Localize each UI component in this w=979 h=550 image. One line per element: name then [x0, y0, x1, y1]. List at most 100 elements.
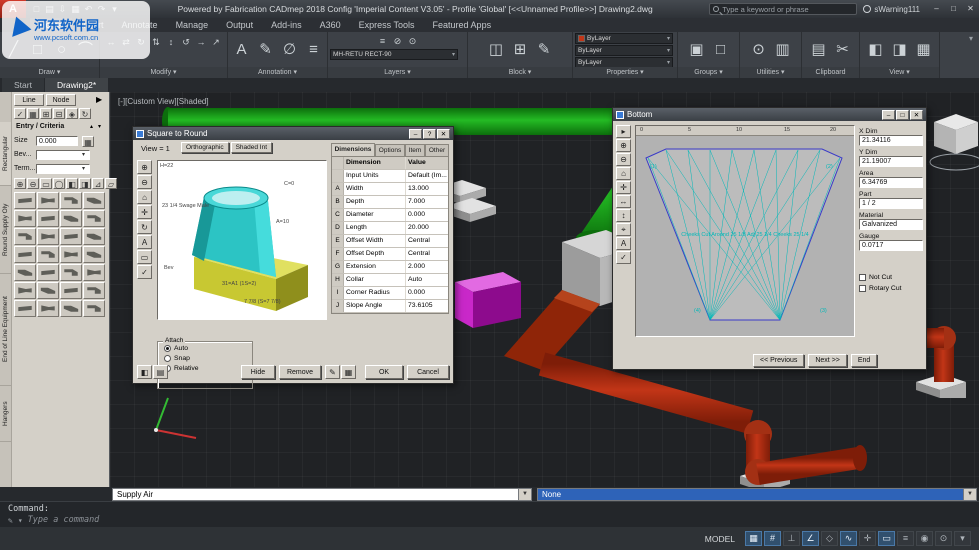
- recent-commands-icon[interactable]: ▾: [18, 516, 23, 525]
- panel-label-draw[interactable]: Draw ▾: [0, 67, 99, 78]
- selection-cycling-toggle[interactable]: ◉: [916, 531, 933, 546]
- rotate-view-icon[interactable]: ↻: [137, 220, 152, 234]
- osnap-toggle[interactable]: ∿: [840, 531, 857, 546]
- fitting-thumb[interactable]: [14, 246, 36, 263]
- viewport-config-icon[interactable]: ◧: [864, 35, 888, 65]
- panel-label-modify[interactable]: Modify ▾: [100, 67, 227, 78]
- flyout-arrow-icon[interactable]: ▶: [96, 95, 102, 104]
- zoom-extents-icon[interactable]: ⌂: [616, 167, 631, 180]
- pattern-field-value[interactable]: 21.34116: [859, 135, 923, 146]
- maximize-button[interactable]: □: [945, 2, 962, 16]
- command-input[interactable]: Type a command: [28, 515, 100, 525]
- trim-icon[interactable]: →: [194, 35, 209, 49]
- text-icon[interactable]: A: [230, 35, 254, 65]
- layer-properties-icon[interactable]: ≡: [375, 34, 390, 48]
- attach-option[interactable]: Relative: [164, 365, 252, 372]
- tree-item-entry-criteria[interactable]: Entry / Criteria: [16, 123, 64, 130]
- qat-menu-icon[interactable]: ▾: [108, 4, 121, 15]
- attach-option[interactable]: Snap: [164, 355, 252, 362]
- help-search-input[interactable]: Type a keyword or phrase: [709, 3, 857, 15]
- tab-dimensions[interactable]: Dimensions: [331, 143, 375, 156]
- size-combo[interactable]: None ▼: [537, 488, 977, 501]
- pattern-checkbox[interactable]: Rotary Cut: [859, 285, 923, 292]
- pattern-field-value[interactable]: Galvanized: [859, 219, 923, 230]
- dropdown-caret-icon[interactable]: ▼: [518, 489, 531, 500]
- round-duct-icon[interactable]: ◯: [53, 178, 65, 189]
- remove-icon[interactable]: ⊖: [27, 178, 39, 189]
- point-icon[interactable]: ⌖: [616, 223, 631, 236]
- tab-item[interactable]: Item: [405, 144, 425, 156]
- stretch-icon[interactable]: ⇅: [149, 35, 164, 49]
- panel-label-groups[interactable]: Groups ▾: [678, 67, 739, 78]
- fitting-thumb[interactable]: [83, 300, 105, 317]
- wedge-icon[interactable]: ⊿: [92, 178, 104, 189]
- fitting-thumb[interactable]: [60, 210, 82, 227]
- diameter-dim-icon[interactable]: ∅: [278, 35, 302, 65]
- label-icon[interactable]: A: [616, 237, 631, 250]
- fitting-thumb[interactable]: [60, 246, 82, 263]
- pattern-checkbox[interactable]: Not Cut: [859, 274, 923, 281]
- previous-button[interactable]: << Previous: [753, 354, 804, 367]
- pan-icon[interactable]: ✛: [137, 205, 152, 219]
- measure-x-icon[interactable]: ↔: [616, 195, 631, 208]
- fitting-thumb[interactable]: [60, 300, 82, 317]
- copy-icon[interactable]: ⇄: [119, 35, 134, 49]
- minimize-button[interactable]: –: [928, 2, 945, 16]
- undo-icon[interactable]: ↶: [82, 4, 95, 15]
- fitting-thumb[interactable]: [83, 210, 105, 227]
- expand-icon[interactable]: ⊞: [40, 108, 52, 119]
- ribbon-tab[interactable]: Express Tools: [350, 18, 424, 32]
- add-icon[interactable]: ⊕: [14, 178, 26, 189]
- named-views-icon[interactable]: ◨: [888, 35, 912, 65]
- palette-vertical-tab[interactable]: Round Supply Oly: [0, 186, 11, 274]
- view-split-icon[interactable]: ◧: [137, 365, 152, 379]
- pattern-field-value[interactable]: 1 / 2: [859, 198, 923, 209]
- fitting-thumb[interactable]: [83, 246, 105, 263]
- ribbon-tab[interactable]: Home: [30, 18, 72, 32]
- pan-icon[interactable]: ✛: [616, 181, 631, 194]
- panel-label-layers[interactable]: Layers ▾: [328, 67, 467, 78]
- service-icon[interactable]: ◈: [66, 108, 78, 119]
- grid-toggle[interactable]: ▦: [745, 531, 762, 546]
- dialog-title-bar[interactable]: Bottom –□✕: [613, 108, 926, 121]
- group-icon[interactable]: ▣: [685, 35, 709, 65]
- ribbon-tab[interactable]: Annotate: [113, 18, 167, 32]
- save-icon[interactable]: ⇩: [56, 4, 69, 15]
- rectangle-icon[interactable]: □: [26, 35, 50, 65]
- dropdown-caret-icon[interactable]: ▼: [963, 489, 976, 500]
- polar-toggle[interactable]: ∠: [802, 531, 819, 546]
- ribbon-tab[interactable]: A360: [311, 18, 350, 32]
- quick-select-icon[interactable]: ▥: [771, 35, 795, 65]
- fitting-thumb[interactable]: [37, 264, 59, 281]
- cancel-button[interactable]: Cancel: [407, 365, 449, 379]
- ribbon-tab[interactable]: Manage: [167, 18, 218, 32]
- ok-button[interactable]: OK: [365, 365, 403, 379]
- fitting-thumb[interactable]: [37, 192, 59, 209]
- fitting-thumb[interactable]: [37, 228, 59, 245]
- help-button[interactable]: ?: [423, 129, 436, 139]
- move-icon[interactable]: ↔: [104, 35, 119, 49]
- arc-icon[interactable]: ⌒: [74, 35, 98, 65]
- command-line[interactable]: Command: ✎ ▾ Type a command: [0, 501, 979, 527]
- edit-block-icon[interactable]: ✎: [532, 35, 556, 65]
- fitting-thumb[interactable]: [37, 300, 59, 317]
- rotate-icon[interactable]: ↻: [134, 35, 149, 49]
- accept-icon[interactable]: ✓: [137, 265, 152, 279]
- fitting-thumb[interactable]: [83, 282, 105, 299]
- panel-label-properties[interactable]: Properties ▾: [573, 67, 677, 78]
- fitting-thumb[interactable]: [60, 192, 82, 209]
- list-icon[interactable]: ▤: [153, 365, 168, 379]
- palette-vertical-tab[interactable]: Hangers: [0, 386, 11, 442]
- edit-icon[interactable]: ✎: [325, 365, 340, 379]
- ribbon-collapse-button[interactable]: ▾: [940, 32, 979, 78]
- select-icon[interactable]: ▸: [616, 125, 631, 138]
- fitting-thumb[interactable]: [83, 264, 105, 281]
- orthographic-button[interactable]: Orthographic: [181, 142, 229, 153]
- viewcube[interactable]: ⌂: [922, 108, 979, 170]
- fitting-thumb[interactable]: [14, 228, 36, 245]
- extend-icon[interactable]: ↗: [209, 35, 224, 49]
- fitting-thumb[interactable]: [14, 210, 36, 227]
- dyn-input-toggle[interactable]: ▭: [878, 531, 895, 546]
- ungroup-icon[interactable]: □: [709, 35, 733, 65]
- fitting-thumb[interactable]: [14, 192, 36, 209]
